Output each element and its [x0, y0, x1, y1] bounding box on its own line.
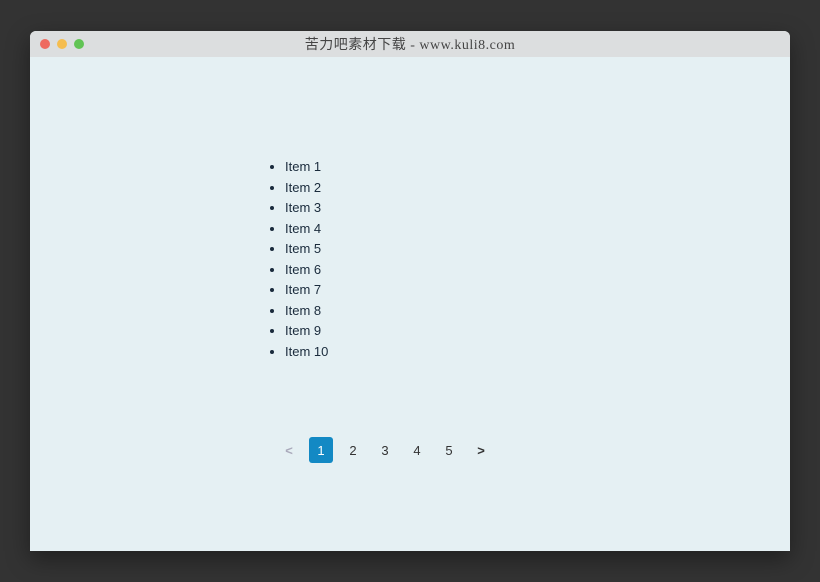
list-item: Item 6 [285, 260, 445, 281]
list-item: Item 4 [285, 219, 445, 240]
page-button-3[interactable]: 3 [373, 437, 397, 463]
list-item: Item 8 [285, 301, 445, 322]
page-button-1[interactable]: 1 [309, 437, 333, 463]
titlebar: 苦力吧素材下载 - www.kuli8.com [30, 31, 790, 57]
item-list: Item 1 Item 2 Item 3 Item 4 Item 5 Item … [265, 157, 445, 362]
prev-button[interactable]: < [277, 437, 301, 463]
window-title: 苦力吧素材下载 - www.kuli8.com [30, 34, 790, 54]
list-container: Item 1 Item 2 Item 3 Item 4 Item 5 Item … [265, 157, 445, 362]
list-item: Item 10 [285, 342, 445, 363]
list-item: Item 7 [285, 280, 445, 301]
list-item: Item 3 [285, 198, 445, 219]
list-item: Item 5 [285, 239, 445, 260]
window: 苦力吧素材下载 - www.kuli8.com Item 1 Item 2 It… [30, 31, 790, 551]
page-button-4[interactable]: 4 [405, 437, 429, 463]
list-item: Item 2 [285, 178, 445, 199]
maximize-icon[interactable] [74, 39, 84, 49]
close-icon[interactable] [40, 39, 50, 49]
content-area: Item 1 Item 2 Item 3 Item 4 Item 5 Item … [30, 57, 790, 463]
minimize-icon[interactable] [57, 39, 67, 49]
pagination: < 1 2 3 4 5 > [277, 437, 493, 463]
traffic-lights [40, 39, 84, 49]
page-button-5[interactable]: 5 [437, 437, 461, 463]
next-button[interactable]: > [469, 437, 493, 463]
page-button-2[interactable]: 2 [341, 437, 365, 463]
list-item: Item 1 [285, 157, 445, 178]
list-item: Item 9 [285, 321, 445, 342]
